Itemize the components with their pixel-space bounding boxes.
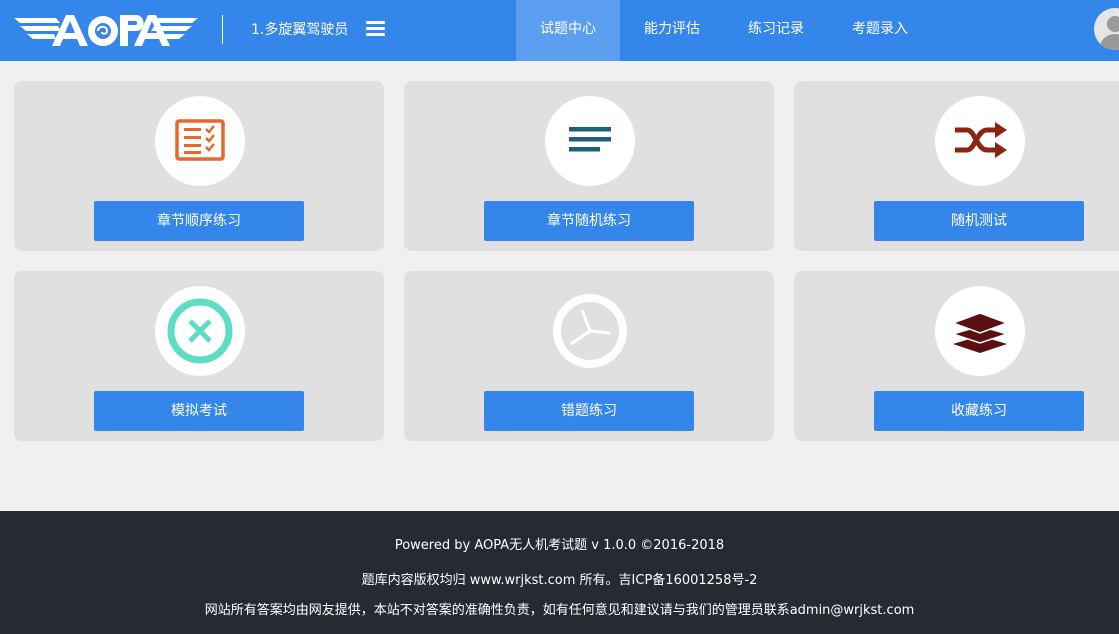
clock-icon	[553, 294, 627, 368]
random-test-button[interactable]: 随机测试	[874, 201, 1084, 241]
card-wrong-questions: 错题练习	[404, 271, 774, 441]
nav-tab-ability-assessment[interactable]: 能力评估	[620, 0, 724, 61]
layers-icon	[950, 312, 1010, 353]
card-favorites: 收藏练习	[794, 271, 1119, 441]
wrong-questions-button[interactable]: 错题练习	[484, 391, 694, 431]
top-nav-bar: 1.多旋翼驾驶员 试题中心 能力评估 练习记录 考题录入	[0, 0, 1119, 61]
checklist-icon-circle[interactable]	[155, 96, 245, 186]
menu-icon[interactable]	[366, 20, 386, 38]
nav-tab-question-center[interactable]: 试题中心	[516, 0, 620, 61]
lines-icon	[569, 127, 611, 152]
shuffle-icon-circle[interactable]	[935, 96, 1025, 186]
card-mock-exam: 模拟考试	[14, 271, 384, 441]
footer-disclaimer: 网站所有答案均由网友提供，本站不对答案的准确性负责，如有任何意见和建议请与我们的…	[204, 603, 915, 618]
card-chapter-random: 章节随机练习	[404, 81, 774, 251]
lines-icon-circle[interactable]	[545, 96, 635, 186]
favorites-button[interactable]: 收藏练习	[874, 391, 1084, 431]
card-random-test: 随机测试	[794, 81, 1119, 251]
aopa-logo[interactable]	[14, 12, 198, 50]
footer-copyright: 题库内容版权均归 www.wrjkst.com 所有。吉ICP备16001258…	[361, 573, 758, 588]
close-circle-icon	[167, 298, 233, 364]
nav-tab-practice-records[interactable]: 练习记录	[724, 0, 828, 61]
close-circle-icon-circle[interactable]	[155, 286, 245, 376]
chapter-random-button[interactable]: 章节随机练习	[484, 201, 694, 241]
footer: Powered by AOPA无人机考试题 v 1.0.0 ©2016-2018…	[0, 511, 1119, 634]
checklist-icon	[175, 119, 225, 161]
mock-exam-button[interactable]: 模拟考试	[94, 391, 304, 431]
footer-powered-by: Powered by AOPA无人机考试题 v 1.0.0 ©2016-2018	[394, 538, 725, 553]
nav-tab-question-entry[interactable]: 考题录入	[828, 0, 932, 61]
clock-icon-circle[interactable]	[545, 286, 635, 376]
shuffle-icon	[955, 122, 1007, 158]
chapter-sequential-button[interactable]: 章节顺序练习	[94, 201, 304, 241]
user-avatar[interactable]	[1094, 8, 1119, 50]
header-divider	[222, 15, 223, 44]
card-chapter-sequential: 章节顺序练习	[14, 81, 384, 251]
subject-selector[interactable]: 1.多旋翼驾驶员	[251, 20, 348, 40]
layers-icon-circle[interactable]	[935, 286, 1025, 376]
user-icon	[1099, 16, 1119, 50]
